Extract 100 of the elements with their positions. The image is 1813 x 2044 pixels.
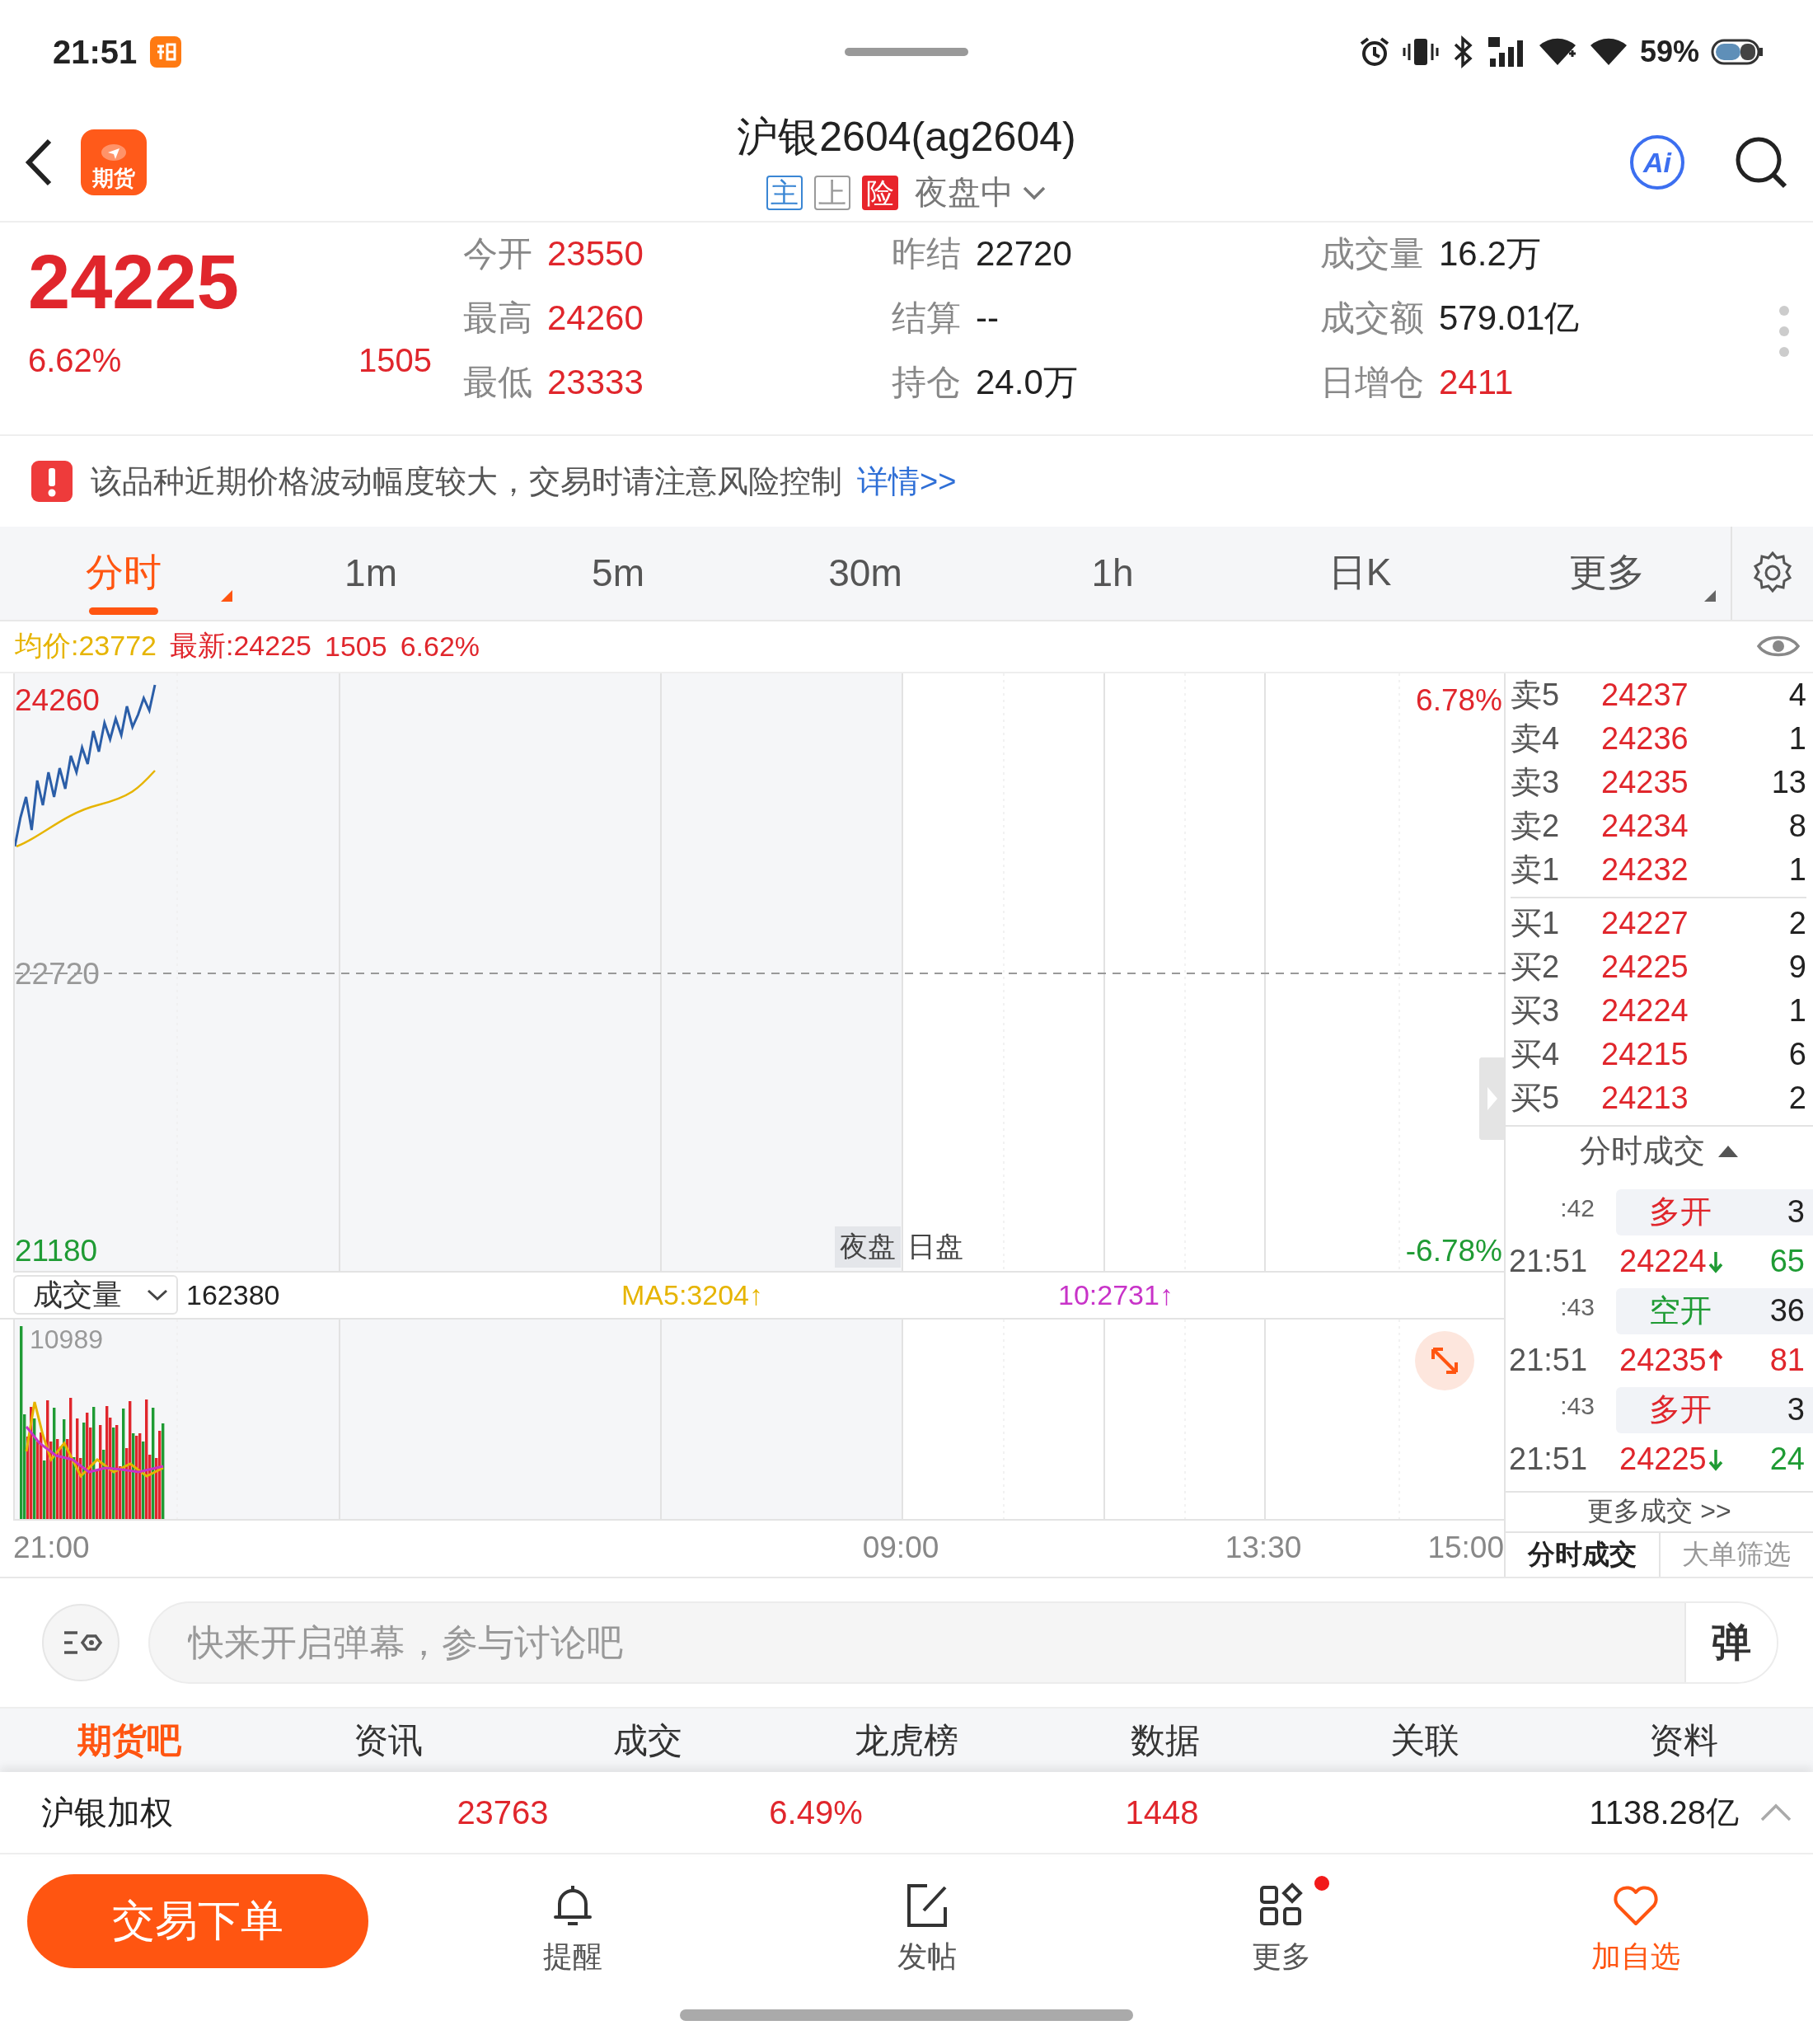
ma10-value: 10:2731↑ [1058,1278,1174,1311]
expand-icon[interactable] [1415,1330,1474,1390]
order-volume: 8 [1787,808,1806,844]
stat-label: 日增仓 [1320,362,1424,402]
period-tab[interactable]: 日K [1236,527,1483,620]
danmaku-button[interactable]: 弹 [1684,1602,1777,1682]
order-price: 24234 [1601,808,1689,844]
trade-price: 24224 [1619,1244,1707,1279]
total-volume: 162380 [186,1278,281,1311]
indicator-dropdown[interactable]: 成交量 [13,1275,178,1315]
weighted-change-percent: 6.49% [768,1793,864,1831]
order-volume: 13 [1770,764,1806,800]
average-price: 均价:23772 [15,629,157,663]
order-volume: 9 [1787,949,1806,985]
order-price: 24227 [1601,905,1689,941]
order-level-label: 买3 [1511,992,1561,1029]
period-tab[interactable]: 1h [989,527,1236,620]
trade-action-volume: 3 [1787,1194,1805,1230]
trade-seconds: :43 [1559,1390,1595,1420]
time-axis-label: 21:00 [13,1530,90,1565]
stat-value: 24260 [547,298,644,338]
risk-warning-text: 该品种近期价格波动幅度较大，交易时请注意风险控制 [91,462,842,500]
weighted-turnover: 1138.28亿 [1588,1793,1739,1832]
order-level-label: 买2 [1511,948,1561,986]
period-tab[interactable]: 30m [742,527,989,620]
order-level-label: 卖2 [1511,807,1561,845]
order-volume: 1 [1787,720,1806,757]
stat-label: 今开 [463,233,532,274]
home-indicator[interactable] [680,2009,1133,2022]
order-level-label: 买5 [1511,1079,1561,1117]
weighted-contract-name: 沪银加权 [40,1793,174,1832]
session-label: 夜盘 [835,1226,901,1268]
period-tab[interactable]: 5m [494,527,742,620]
stat-label: 成交额 [1320,298,1424,338]
warning-icon [31,461,73,503]
trades-section-title[interactable]: 分时成交 [1579,1130,1705,1173]
order-price: 24213 [1601,1080,1689,1116]
stat-label: 最高 [463,298,532,338]
session-label: 日盘 [906,1229,964,1263]
period-tab[interactable]: 更多 [1483,527,1731,620]
stat-label: 最低 [463,362,532,402]
more-trades-link[interactable]: 更多成交 >> [1506,1490,1813,1532]
stat-value: 23550 [547,233,644,274]
percent-axis-label: -6.78% [1405,1235,1502,1266]
stat-value: 23333 [547,362,644,402]
session-dropdown[interactable]: 夜盘中 [915,170,1047,216]
order-price: 24236 [1601,720,1689,757]
price-axis-label: 21180 [15,1235,98,1266]
nav-item[interactable]: 提醒 [518,1874,627,1978]
trade-volume: 81 [1769,1343,1805,1378]
shopping-app-icon [150,36,182,68]
expand-up-icon[interactable] [1759,1803,1792,1823]
chevron-down-icon [147,1288,168,1302]
nav-item[interactable]: 发帖 [873,1874,981,1978]
order-level-label: 买1 [1511,904,1561,942]
period-tab[interactable]: 1m [247,527,494,620]
trade-price: 24235 [1619,1343,1707,1378]
status-time: 21:51 [53,33,138,71]
section-tab[interactable]: 关联 [1295,1708,1554,1773]
order-volume: 2 [1787,1080,1806,1116]
stat-label: 结算 [892,298,961,338]
drag-handle[interactable] [845,48,968,56]
change-value: 1505 [358,341,432,379]
section-tab[interactable]: 数据 [1036,1708,1295,1773]
trade-action-volume: 36 [1769,1293,1805,1329]
stat-value: 2411 [1439,362,1514,402]
section-tab[interactable]: 龙虎榜 [776,1708,1037,1773]
trade-volume: 65 [1769,1244,1805,1279]
app-logo: 期货 [81,129,147,196]
stat-value: 579.01亿 [1439,298,1580,338]
search-icon[interactable] [1734,135,1788,190]
trades-tab[interactable]: 分时成交 [1506,1533,1659,1577]
dropdown-corner-icon [221,589,232,602]
order-level-label: 卖4 [1511,720,1561,757]
nav-item[interactable]: 更多 [1227,1874,1336,1978]
tag-badge: 险 [862,175,898,210]
trade-price: 24225 [1619,1442,1707,1477]
latest-price: 最新:24225 [170,629,312,663]
ai-assistant-button[interactable]: Ai [1630,135,1684,190]
danmaku-settings-icon[interactable] [41,1602,120,1682]
battery-percentage: 59% [1639,35,1699,70]
section-tab[interactable]: 成交 [518,1708,777,1773]
tag-badge: 主 [766,175,803,210]
trade-seconds: :42 [1559,1193,1595,1222]
order-price: 24225 [1601,949,1689,985]
trade-time: 21:51 [1508,1343,1589,1378]
last-price: 24225 [28,240,240,324]
down-arrow-icon [1708,1447,1723,1471]
section-tab[interactable]: 资料 [1553,1708,1813,1773]
time-axis-label: 15:00 [1427,1530,1504,1565]
trade-action: 多开 [1649,1391,1712,1428]
dropdown-corner-icon [1704,589,1716,602]
order-price: 24215 [1601,1036,1689,1072]
order-volume: 1 [1787,992,1806,1029]
order-price: 24237 [1601,677,1689,713]
details-link[interactable]: 详情>> [857,460,957,503]
section-tab[interactable]: 资讯 [259,1708,518,1773]
change-value: 1505 [325,630,387,663]
order-level-label: 卖1 [1511,851,1561,888]
back-icon[interactable] [25,138,53,188]
